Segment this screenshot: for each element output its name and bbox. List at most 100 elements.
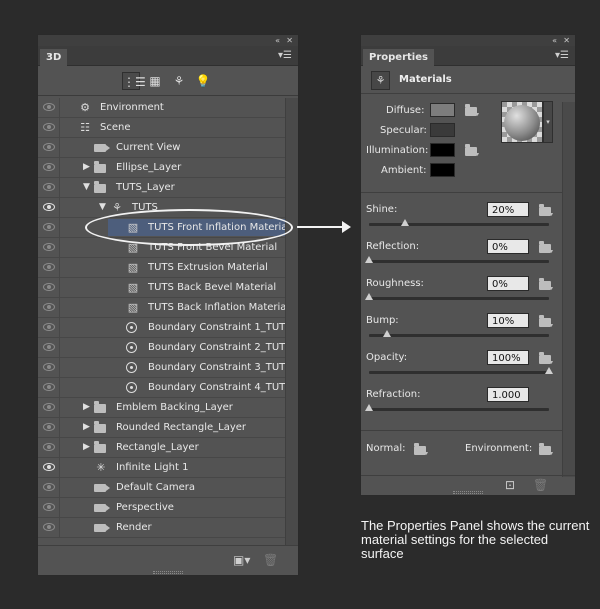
- visibility-toggle[interactable]: [38, 118, 60, 137]
- opacity-slider-thumb[interactable]: [545, 367, 553, 374]
- illumination-color-swatch[interactable]: [430, 143, 455, 157]
- visibility-toggle[interactable]: [38, 338, 60, 357]
- shine-value-field[interactable]: 20%: [487, 202, 529, 217]
- refraction-slider-thumb[interactable]: [365, 404, 373, 411]
- visibility-toggle[interactable]: [38, 518, 60, 537]
- refraction-slider[interactable]: [365, 404, 549, 411]
- visibility-toggle[interactable]: [38, 418, 60, 437]
- tab-3d[interactable]: 3D: [40, 49, 68, 66]
- tab-properties[interactable]: Properties: [363, 49, 434, 66]
- bump-slider-thumb[interactable]: [383, 330, 391, 337]
- collapsed-arrow-icon[interactable]: ▶: [83, 422, 90, 432]
- close-icon[interactable]: ✕: [563, 35, 570, 46]
- scene-tree-scrollbar[interactable]: [285, 98, 298, 545]
- visibility-toggle[interactable]: [38, 458, 60, 477]
- specular-color-swatch[interactable]: [430, 123, 455, 137]
- visibility-toggle[interactable]: [38, 258, 60, 277]
- visibility-toggle[interactable]: [38, 98, 60, 117]
- tree-row[interactable]: ▶ Rectangle_Layer: [38, 438, 286, 458]
- visibility-toggle[interactable]: [38, 178, 60, 197]
- properties-scrollbar[interactable]: [562, 102, 575, 477]
- light-filter-icon[interactable]: 💡: [194, 72, 212, 90]
- visibility-toggle[interactable]: [38, 358, 60, 377]
- expanded-arrow-icon[interactable]: ▼: [99, 202, 106, 212]
- bump-texture-icon[interactable]: [539, 315, 553, 329]
- tree-row[interactable]: ▶ Ellipse_Layer: [38, 158, 286, 178]
- shine-slider-thumb[interactable]: [401, 219, 409, 226]
- tree-row[interactable]: ▧ TUTS Extrusion Material: [38, 258, 286, 278]
- visibility-toggle[interactable]: [38, 198, 60, 217]
- expanded-arrow-icon[interactable]: ▼: [83, 182, 90, 192]
- illumination-texture-icon[interactable]: [465, 144, 479, 158]
- bump-value-field[interactable]: 10%: [487, 313, 529, 328]
- tree-row[interactable]: Boundary Constraint 4_TUTS: [38, 378, 292, 398]
- roughness-value-field[interactable]: 0%: [487, 276, 529, 291]
- visibility-toggle[interactable]: [38, 278, 60, 297]
- tree-row[interactable]: ▶ Rounded Rectangle_Layer: [38, 418, 286, 438]
- tree-row[interactable]: Boundary Constraint 1_TUTS: [38, 318, 292, 338]
- collapse-icon[interactable]: «: [275, 35, 280, 46]
- visibility-toggle[interactable]: [38, 378, 60, 397]
- panel-menu-icon[interactable]: ▾☰: [278, 49, 292, 63]
- roughness-slider[interactable]: [365, 293, 549, 300]
- normal-texture-icon[interactable]: [414, 443, 428, 457]
- tree-row[interactable]: Default Camera: [38, 478, 286, 498]
- opacity-slider[interactable]: [369, 367, 553, 374]
- trash-icon[interactable]: 🗑: [533, 478, 548, 492]
- visibility-toggle[interactable]: [38, 138, 60, 157]
- material-filter-icon[interactable]: ⚘: [170, 72, 188, 90]
- shine-slider[interactable]: [369, 219, 549, 226]
- opacity-texture-icon[interactable]: [539, 352, 553, 366]
- mesh-filter-icon[interactable]: ▦: [146, 72, 164, 90]
- visibility-toggle[interactable]: [38, 498, 60, 517]
- tree-row[interactable]: Render: [38, 518, 286, 538]
- opacity-value-field[interactable]: 100%: [487, 350, 529, 365]
- scene-filter-icon[interactable]: ⋮☰: [122, 72, 146, 90]
- tree-row[interactable]: Current View: [38, 138, 286, 158]
- visibility-toggle[interactable]: [38, 478, 60, 497]
- visibility-toggle[interactable]: [38, 158, 60, 177]
- collapse-icon[interactable]: «: [552, 35, 557, 46]
- visibility-toggle[interactable]: [38, 238, 60, 257]
- tree-row[interactable]: Boundary Constraint 3_TUTS: [38, 358, 292, 378]
- collapsed-arrow-icon[interactable]: ▶: [83, 162, 90, 172]
- material-icon[interactable]: ⚘: [371, 71, 390, 90]
- tree-row[interactable]: Boundary Constraint 2_TUTS: [38, 338, 292, 358]
- material-preview[interactable]: [501, 101, 543, 143]
- tree-row[interactable]: ▧ TUTS Back Inflation Material: [38, 298, 289, 318]
- trash-icon[interactable]: 🗑: [263, 553, 278, 567]
- reflection-value-field[interactable]: 0%: [487, 239, 529, 254]
- bump-slider[interactable]: [369, 330, 549, 337]
- tree-row[interactable]: ☷ Scene: [38, 118, 286, 138]
- material-picker-chevron-icon[interactable]: ▾: [543, 101, 553, 143]
- reflection-texture-icon[interactable]: [539, 241, 553, 255]
- tree-row[interactable]: ✳ Infinite Light 1: [38, 458, 286, 478]
- resize-grip[interactable]: [153, 571, 183, 574]
- new-object-icon[interactable]: ▣▾: [233, 553, 250, 567]
- tree-row[interactable]: ⚙ Environment: [38, 98, 286, 118]
- reflection-slider[interactable]: [365, 256, 549, 263]
- collapsed-arrow-icon[interactable]: ▶: [83, 402, 90, 412]
- close-icon[interactable]: ✕: [286, 35, 293, 46]
- refraction-value-field[interactable]: 1.000: [487, 387, 529, 402]
- visibility-toggle[interactable]: [38, 298, 60, 317]
- visibility-toggle[interactable]: [38, 318, 60, 337]
- roughness-texture-icon[interactable]: [539, 278, 553, 292]
- diffuse-texture-icon[interactable]: [465, 104, 479, 118]
- collapsed-arrow-icon[interactable]: ▶: [83, 442, 90, 452]
- environment-texture-icon[interactable]: [539, 443, 553, 457]
- roughness-slider-thumb[interactable]: [365, 293, 373, 300]
- tree-row[interactable]: ▶ Emblem Backing_Layer: [38, 398, 286, 418]
- reflection-slider-thumb[interactable]: [365, 256, 373, 263]
- load-icon[interactable]: ⊡: [505, 478, 515, 492]
- diffuse-color-swatch[interactable]: [430, 103, 455, 117]
- tree-row[interactable]: Perspective: [38, 498, 286, 518]
- visibility-toggle[interactable]: [38, 398, 60, 417]
- resize-grip[interactable]: [453, 491, 483, 494]
- panel-menu-icon[interactable]: ▾☰: [555, 49, 569, 63]
- visibility-toggle[interactable]: [38, 438, 60, 457]
- ambient-color-swatch[interactable]: [430, 163, 455, 177]
- tree-row[interactable]: ▼ TUTS_Layer: [38, 178, 286, 198]
- tree-row[interactable]: ▧ TUTS Back Bevel Material: [38, 278, 286, 298]
- visibility-toggle[interactable]: [38, 218, 60, 237]
